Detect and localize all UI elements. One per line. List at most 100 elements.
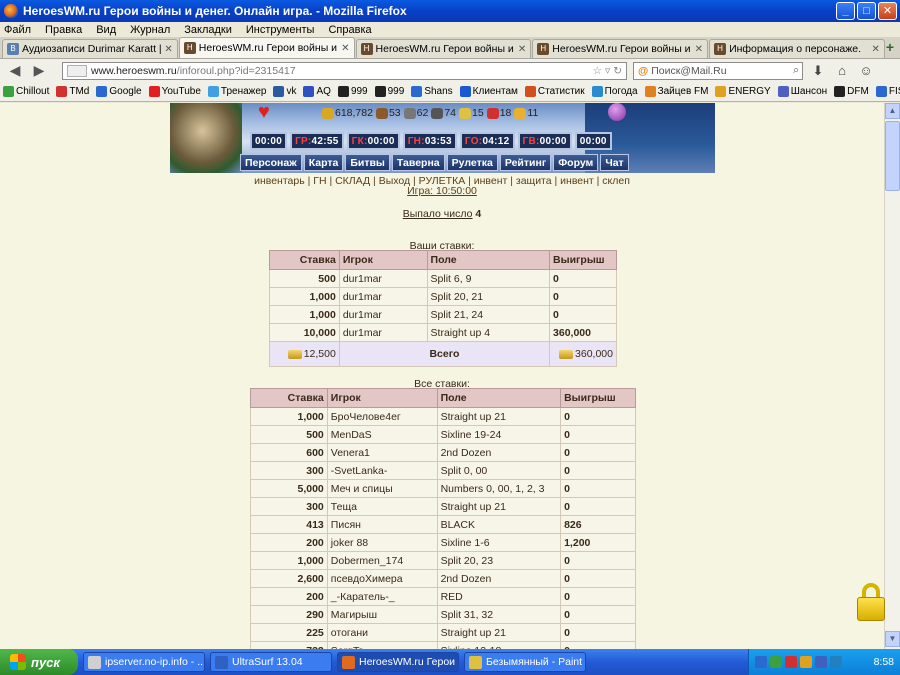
close-button[interactable]: ✕ [878,2,897,20]
bet-player[interactable]: _-Каратель-_ [326,587,438,606]
tab-close-icon[interactable]: ✕ [341,43,349,54]
forward-arrow-icon[interactable]: ▶ [30,62,48,79]
bookmark-item[interactable]: Статистик [524,86,585,97]
search-bar[interactable]: @ Поиск@Mail.Ru ⌕ [633,61,803,80]
bookmark-item[interactable]: AQ [303,86,331,97]
bookmark-item[interactable]: Тренажер [207,86,266,97]
bookmark-item[interactable]: YouTube [148,86,201,97]
game-menu-item[interactable]: Рейтинг [499,154,552,171]
scroll-thumb[interactable] [885,121,900,191]
game-logo[interactable] [170,103,242,173]
volume-icon[interactable] [815,656,827,668]
vertical-scrollbar[interactable]: ▲ ▼ [884,103,900,649]
bet-player[interactable]: псевдоХимера [326,569,438,588]
result-text[interactable]: Выпало число [403,208,473,220]
bookmark-item[interactable]: Зайцев FM [644,86,708,97]
timer-box[interactable]: ГО: 04:12 [459,132,515,150]
bookmark-item[interactable]: TMd [56,86,89,97]
bet-player[interactable]: Dobermen_174 [326,551,438,570]
bookmark-item[interactable]: 999 [337,86,368,97]
taskbar-task[interactable]: UltraSurf 13.04 [210,652,332,672]
game-menu-item[interactable]: Персонаж [240,154,302,171]
bookmark-item[interactable]: DFM [834,86,869,97]
bet-player[interactable]: dur1mar [338,323,428,342]
bet-player[interactable]: MenDaS [326,425,438,444]
bookmark-item[interactable]: FISC [875,86,900,97]
search-engine-icon[interactable]: @ [638,65,648,77]
tab-close-icon[interactable]: ✕ [164,44,172,55]
game-menu-item[interactable]: Таверна [391,154,445,171]
security-icon[interactable] [770,656,782,668]
bookmark-item[interactable]: ENERGY [715,86,771,97]
scroll-up-icon[interactable]: ▲ [885,103,900,119]
taskbar-task[interactable]: ipserver.no-ip.info - ... [83,652,205,672]
bet-player[interactable]: dur1mar [338,287,428,306]
antivirus-icon[interactable] [785,656,797,668]
url-bar[interactable]: www.heroeswm.ru/inforoul.php?id=2315417 … [62,61,627,80]
bookmark-item[interactable]: Погода [591,86,638,97]
bookmark-item[interactable]: Chillout [3,86,49,97]
scroll-down-icon[interactable]: ▼ [885,631,900,647]
search-icon[interactable]: ⌕ [793,64,802,77]
bookmark-item[interactable]: Клиентам [459,86,518,97]
timer-box[interactable]: ГН: 03:53 [402,132,457,150]
back-arrow-icon[interactable]: ◀ [6,62,24,79]
menu-item[interactable]: Файл [4,24,31,36]
game-menu-item[interactable]: Карта [303,154,344,171]
bet-player[interactable]: -SvetLanka- [326,461,438,480]
bookmark-item[interactable]: 999 [374,86,404,97]
browser-tab[interactable]: HHeroesWM.ru Герои войны и дене...✕ [355,39,532,58]
bookmark-item[interactable]: Шансон [777,86,827,97]
timer-box[interactable]: ГР: 42:55 [290,132,344,150]
bookmark-item[interactable]: Google [96,86,142,97]
site-identity-icon[interactable] [67,64,87,77]
menu-item[interactable]: Правка [45,24,82,36]
tab-close-icon[interactable]: ✕ [695,44,703,55]
start-button[interactable]: пуск [0,649,78,675]
taskbar-task[interactable]: Безымянный - Paint [464,652,586,672]
bet-player[interactable]: SergTs [326,641,438,649]
bookmark-item[interactable]: vk [273,86,296,97]
bet-player[interactable]: Теща [326,497,438,516]
timer-box[interactable]: 00:00 [250,132,288,150]
network-icon[interactable] [755,656,767,668]
game-menu-item[interactable]: Форум [553,154,599,171]
bet-player[interactable]: Меч и спицы [326,479,438,498]
lock-icon[interactable] [856,583,886,623]
bookmark-star-icon[interactable]: ☆ ▿ ↻ [593,65,626,77]
game-time-link[interactable]: Игра: 10:50:00 [407,185,477,197]
menu-item[interactable]: Инструменты [246,24,315,36]
menu-item[interactable]: Справка [328,24,371,36]
menu-item[interactable]: Журнал [130,24,170,36]
home-icon[interactable]: ⌂ [833,63,851,78]
tab-close-icon[interactable]: ✕ [871,44,879,55]
taskbar-task[interactable]: HeroesWM.ru Герои ... [337,652,459,672]
game-menu-item[interactable]: Рулетка [446,154,498,171]
addon-icon[interactable]: ☺ [857,63,875,78]
mana-orb-icon[interactable] [608,103,626,121]
bet-player[interactable]: dur1mar [338,305,428,324]
timer-box[interactable]: ГК: 00:00 [346,132,400,150]
bet-player[interactable]: БроЧелове4ег [326,407,438,426]
bookmark-item[interactable]: Shans [411,86,453,97]
heart-icon[interactable]: ♥ [258,103,270,122]
download-icon[interactable]: ⬇ [809,63,827,79]
browser-tab[interactable]: HHeroesWM.ru Герои войны и дене...✕ [178,37,355,58]
language-icon[interactable] [830,656,842,668]
bet-player[interactable]: Магирыш [326,605,438,624]
browser-tab[interactable]: BАудиозаписи Durimar Karatt | 337 ...✕ [2,39,178,58]
tab-close-icon[interactable]: ✕ [518,44,526,55]
maximize-button[interactable]: □ [857,2,876,20]
timer-box[interactable]: 00:00 [574,132,612,150]
new-tab-icon[interactable]: + [886,39,894,55]
timer-box[interactable]: ГВ: 00:00 [517,132,572,150]
browser-tab[interactable]: HHeroesWM.ru Герои войны и дене...✕ [532,39,709,58]
minimize-button[interactable]: _ [836,2,855,20]
game-menu-item[interactable]: Чат [600,154,629,171]
bet-player[interactable]: joker 88 [326,533,438,552]
menu-item[interactable]: Вид [96,24,116,36]
bet-player[interactable]: отогани [326,623,438,642]
game-menu-item[interactable]: Битвы [345,154,390,171]
bet-player[interactable]: dur1mar [338,269,428,288]
tray-app-icon[interactable] [800,656,812,668]
